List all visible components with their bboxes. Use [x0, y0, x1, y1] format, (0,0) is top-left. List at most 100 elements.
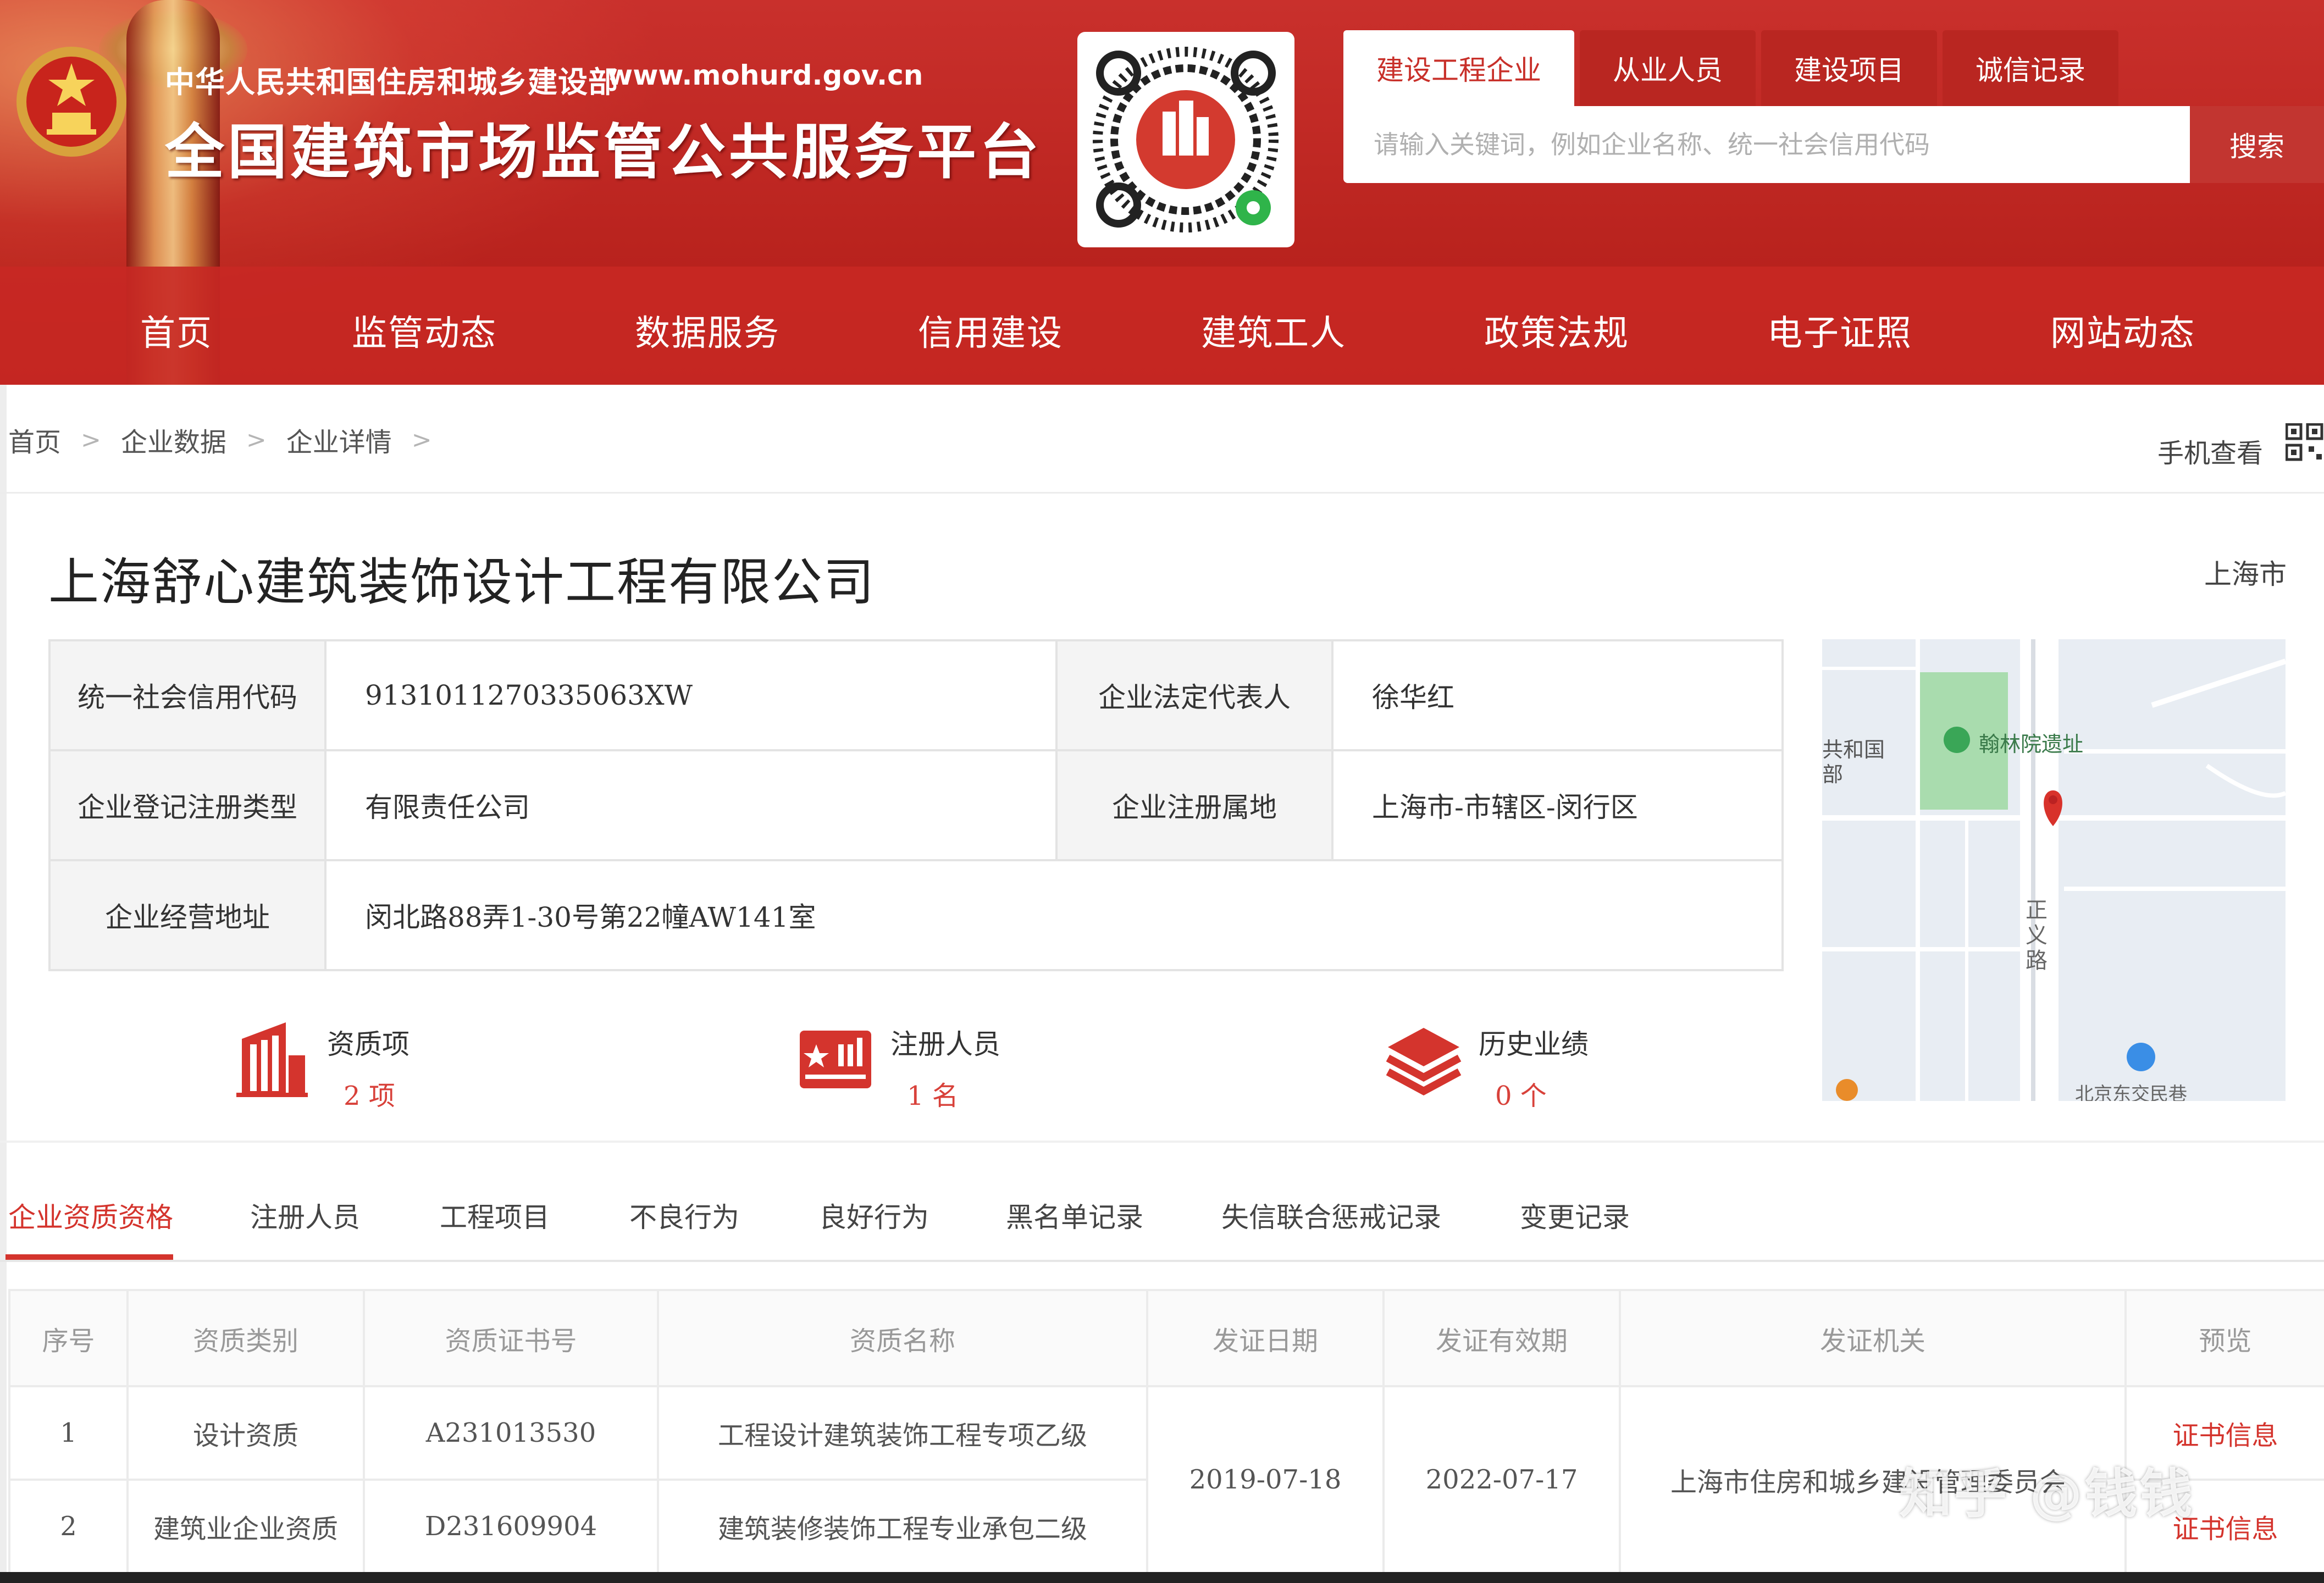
tab-good-conduct[interactable]: 良好行为: [819, 1195, 929, 1235]
nav-credit-building[interactable]: 信用建设: [918, 305, 1063, 356]
map-poi-label: 翰林院遗址: [1979, 732, 2084, 756]
search-category-tabs: 建设工程企业 从业人员 建设项目 诚信记录: [1343, 30, 2124, 107]
credit-code-label: 统一社会信用代码: [48, 639, 327, 751]
address-label: 企业经营地址: [48, 859, 327, 971]
column-header: 发证日期: [1146, 1289, 1385, 1387]
tab-registered-staff[interactable]: 注册人员: [250, 1195, 360, 1235]
reg-type-label: 企业登记注册类型: [48, 749, 327, 861]
building-icon: [236, 1022, 308, 1097]
divider: [0, 1260, 2324, 1262]
national-emblem-icon: [16, 47, 126, 157]
column-header: 资质名称: [657, 1289, 1148, 1387]
column-header: 序号: [8, 1289, 129, 1387]
certificate-number: A231013530: [363, 1385, 659, 1481]
tab-blacklist[interactable]: 黑名单记录: [1006, 1195, 1143, 1235]
row-number: 1: [8, 1385, 129, 1481]
main-nav: [0, 267, 2324, 385]
qr-code-icon: [1093, 47, 1279, 233]
search-bar: 搜索: [1343, 106, 2324, 183]
legal-rep-value: 徐华红: [1331, 639, 1784, 751]
tab-engineering-projects[interactable]: 工程项目: [440, 1195, 550, 1235]
tab-bad-conduct[interactable]: 不良行为: [629, 1195, 739, 1235]
stat-label: 历史业绩: [1479, 1028, 1589, 1060]
layers-icon: [1386, 1028, 1462, 1095]
issue-date: 2019-07-18: [1146, 1385, 1385, 1574]
reg-place-value: 上海市-市辖区-闵行区: [1331, 749, 1784, 861]
stat-label: 注册人员: [890, 1028, 1000, 1060]
chevron-right-icon: >: [411, 425, 432, 454]
company-name: 上海舒心建筑装饰设计工程有限公司: [48, 553, 876, 612]
site-header: 中华人民共和国住房和城乡建设部 www.mohurd.gov.cn 全国建筑市场…: [0, 0, 2324, 385]
qualifications-table: 序号 资质类别 资质证书号 资质名称 发证日期 发证有效期 发证机关 预览 1 …: [8, 1289, 2324, 1574]
chevron-right-icon: >: [246, 425, 267, 454]
nav-construction-workers[interactable]: 建筑工人: [1201, 305, 1346, 356]
nav-supervision-news[interactable]: 监管动态: [352, 305, 497, 356]
qualification-name: 工程设计建筑装饰工程专项乙级: [657, 1385, 1148, 1481]
platform-title: 全国建筑市场监管公共服务平台: [165, 118, 1043, 187]
tab-joint-punishment[interactable]: 失信联合惩戒记录: [1221, 1195, 1441, 1235]
location-map[interactable]: 共和国 部 翰林院遗址 正义路 北京东交民巷: [1822, 639, 2286, 1101]
stat-value: 2 项: [344, 1081, 395, 1111]
valid-until: 2022-07-17: [1382, 1385, 1621, 1574]
breadcrumb-enterprise-detail: 企业详情: [286, 427, 392, 458]
search-input[interactable]: [1343, 106, 2190, 183]
reg-type-value: 有限责任公司: [324, 749, 1058, 861]
info-row: 统一社会信用代码 9131011270335063XW 企业法定代表人 徐华红: [48, 639, 1784, 751]
tab-change-records[interactable]: 变更记录: [1520, 1195, 1630, 1235]
column-header: 发证有效期: [1382, 1289, 1621, 1387]
column-header: 资质类别: [126, 1289, 365, 1387]
column-header: 资质证书号: [363, 1289, 659, 1387]
breadcrumb-enterprise-data[interactable]: 企业数据: [121, 420, 226, 459]
reg-place-label: 企业注册属地: [1055, 749, 1333, 861]
nav-home[interactable]: 首页: [140, 305, 213, 356]
ministry-url[interactable]: www.mohurd.gov.cn: [607, 59, 923, 91]
stat-registered-staff[interactable]: 注册人员 1 名: [797, 1017, 1000, 1112]
stat-label: 资质项: [327, 1028, 410, 1060]
zhihu-watermark: 知乎 @钱钱: [1899, 1463, 2195, 1525]
bottom-edge-bar: [0, 1572, 2324, 1583]
qualification-category: 设计资质: [126, 1385, 365, 1481]
breadcrumb-home[interactable]: 首页: [8, 420, 61, 459]
nav-e-certificates[interactable]: 电子证照: [1767, 305, 1912, 356]
breadcrumb: 首页 > 企业数据 > 企业详情 >: [8, 420, 452, 459]
map-label-gov2: 部: [1822, 762, 1844, 787]
map-canvas: [1822, 639, 2286, 1101]
qualification-category: 建筑业企业资质: [126, 1479, 365, 1574]
address-value: 闵北路88弄1-30号第22幢AW141室: [324, 859, 1784, 971]
company-city: 上海市: [2204, 558, 2287, 590]
mini-program-qr-code: [1077, 32, 1294, 247]
tab-construction-enterprise[interactable]: 建设工程企业: [1343, 30, 1574, 106]
map-bottom-label: 北京东交民巷: [2075, 1083, 2187, 1101]
tab-qualifications[interactable]: 企业资质资格: [8, 1195, 173, 1235]
column-header: 发证机关: [1619, 1289, 2127, 1387]
stat-qualifications[interactable]: 资质项 2 项: [234, 1017, 410, 1112]
info-row: 企业登记注册类型 有限责任公司 企业注册属地 上海市-市辖区-闵行区: [48, 749, 1784, 861]
active-tab-indicator: [5, 1254, 173, 1260]
detail-tabs: 企业资质资格 注册人员 工程项目 不良行为 良好行为 黑名单记录 失信联合惩戒记…: [0, 1195, 2324, 1261]
ministry-name: 中华人民共和国住房和城乡建设部: [165, 65, 618, 99]
divider: [0, 492, 2324, 494]
tab-credit-records[interactable]: 诚信记录: [1943, 30, 2118, 106]
mobile-view-link[interactable]: 手机查看: [2157, 431, 2263, 470]
nav-data-services[interactable]: 数据服务: [635, 305, 780, 356]
divider: [0, 1141, 2324, 1143]
table-header-row: 序号 资质类别 资质证书号 资质名称 发证日期 发证有效期 发证机关 预览: [8, 1289, 2324, 1387]
stat-value: 0 个: [1495, 1081, 1547, 1111]
nav-site-news[interactable]: 网站动态: [2050, 305, 2195, 356]
qr-code-icon[interactable]: [2286, 423, 2324, 462]
row-number: 2: [8, 1479, 129, 1574]
info-row: 企业经营地址 闵北路88弄1-30号第22幢AW141室: [48, 859, 1784, 971]
tab-practitioners[interactable]: 从业人员: [1580, 30, 1756, 106]
certificate-number: D231609904: [363, 1479, 659, 1574]
stat-history-performance[interactable]: 历史业绩 0 个: [1385, 1017, 1589, 1112]
id-card-icon: [800, 1031, 871, 1088]
legal-rep-label: 企业法定代表人: [1055, 639, 1333, 751]
stat-value: 1 名: [907, 1081, 959, 1111]
nav-policies[interactable]: 政策法规: [1484, 305, 1629, 356]
qualification-name: 建筑装修装饰工程专业承包二级: [657, 1479, 1148, 1574]
column-header: 预览: [2124, 1289, 2324, 1387]
page-left-edge: [0, 385, 7, 1572]
credit-code-value: 9131011270335063XW: [324, 639, 1058, 751]
tab-projects[interactable]: 建设项目: [1761, 30, 1937, 106]
search-button[interactable]: 搜索: [2190, 106, 2324, 183]
